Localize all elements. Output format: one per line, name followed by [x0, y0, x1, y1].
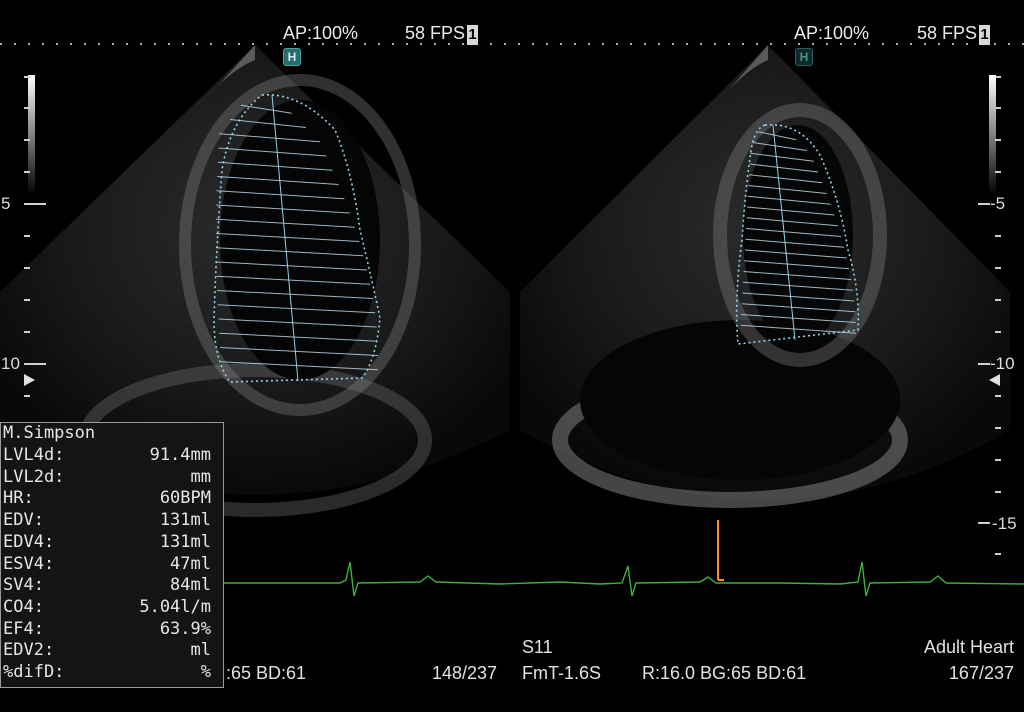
left-ap-readout: AP:100%: [283, 23, 359, 43]
ecg-trace: [224, 561, 1024, 597]
measurement-value: ml: [190, 640, 211, 661]
measurement-row: EDV: 131ml: [3, 510, 211, 532]
measurement-label: CO4:: [3, 596, 44, 617]
measurement-row: HR: 60BPM: [3, 488, 211, 510]
measurement-value: 84ml: [170, 575, 211, 596]
measurement-row: CO4: 5.04l/m: [3, 597, 211, 619]
depth-label-right-5: -5: [990, 194, 1006, 213]
depth-label-right-10: -10: [990, 354, 1015, 373]
measurement-label: EDV:: [3, 510, 44, 531]
measurement-value: 60BPM: [159, 488, 211, 509]
measurement-value: 5.04l/m: [139, 596, 211, 617]
measurement-label: EF4:: [3, 618, 44, 639]
measurement-value: %: [200, 662, 211, 682]
measurement-row: LVL2d: mm: [3, 467, 211, 489]
measurement-label: SV4:: [3, 575, 44, 596]
measurement-label: ESV4:: [3, 553, 55, 574]
measurement-value: 131ml: [159, 510, 211, 531]
measurement-row: %difD:%: [3, 662, 211, 684]
left-fps-text: 58 FPS: [405, 23, 466, 43]
probe-mode: FmT-1.6S: [522, 663, 602, 683]
right-ap-readout: AP:100%: [794, 23, 870, 43]
measurement-label: HR:: [3, 488, 34, 509]
measurement-row: EDV4: 131ml: [3, 532, 211, 554]
ecg-cursor: [717, 520, 724, 581]
gray-scale-bar-right: [989, 75, 996, 195]
right-fps-text: 58 FPS: [917, 23, 978, 43]
measurement-label: %difD:: [3, 662, 65, 682]
depth-label-left-5: 5: [1, 194, 11, 213]
measurement-label: EDV2:: [3, 640, 55, 661]
gray-scale-bar-left: [28, 75, 35, 195]
measurement-value: 131ml: [159, 531, 211, 552]
right-frame-counter: 167/237: [948, 663, 1014, 683]
measurement-row: SV4: 84ml: [3, 575, 211, 597]
measurement-row: EDV2: ml: [3, 640, 211, 662]
measurement-title: M.Simpson: [3, 423, 96, 443]
exam-type: Adult Heart: [923, 637, 1014, 657]
left-frame-counter: 148/237: [432, 663, 498, 683]
measurement-value: 63.9%: [159, 618, 211, 639]
depth-label-right-15: -15: [992, 514, 1017, 533]
measurement-row: ESV4: 47ml: [3, 554, 211, 576]
measurement-panel: M.Simpson LVL4d: 91.4mm LVL2d: mm HR: 60BPM…: [0, 422, 224, 688]
right-frame-box: 1: [979, 25, 991, 45]
measurement-row: LVL4d: 91.4mm: [3, 445, 211, 467]
measurement-label: LVL4d:: [3, 445, 65, 465]
right-fps-readout: 58 FPS 1: [917, 23, 991, 45]
right-h-badge[interactable]: H: [795, 48, 813, 66]
left-frame-box: 1: [467, 25, 479, 45]
measurement-row: EF4: 63.9%: [3, 619, 211, 641]
left-h-badge[interactable]: H: [283, 48, 301, 66]
left-bottom-params: :65 BD:61: [226, 663, 307, 683]
measurement-value: 91.4mm: [149, 445, 211, 465]
measurement-value: 47ml: [170, 553, 211, 574]
measurement-label: LVL2d:: [3, 466, 65, 487]
right-bottom-params: R:16.0 BG:65 BD:61: [642, 663, 807, 683]
measurement-value: mm: [190, 466, 211, 487]
left-fps-readout: 58 FPS 1: [405, 23, 479, 45]
depth-label-left-10: 10: [1, 354, 20, 373]
preset-label: S11: [522, 637, 553, 657]
measurement-label: EDV4:: [3, 531, 55, 552]
